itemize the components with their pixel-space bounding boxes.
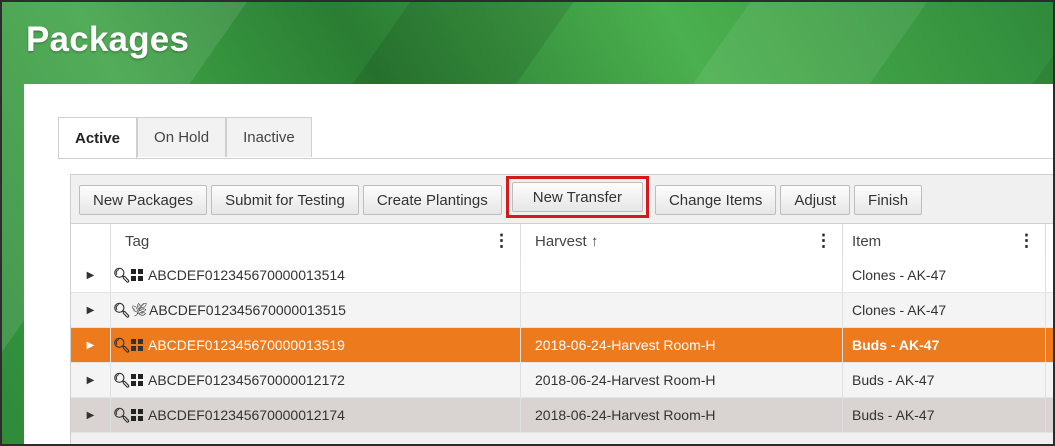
column-header-tag[interactable]: Tag ⋮ — [111, 224, 521, 258]
content-panel: Active On Hold Inactive New Packages Sub… — [24, 84, 1053, 444]
packages-grid: New Packages Submit for Testing Create P… — [70, 174, 1053, 444]
new-transfer-button[interactable]: New Transfer — [511, 182, 643, 212]
table-row-selected[interactable]: ▶ 🔍︎ ABCDEF012345670000013519 2018-06-24… — [71, 328, 1053, 363]
item-cell: Buds - AK-47 — [843, 328, 1046, 362]
red-highlight-box: New Transfer — [505, 176, 649, 218]
search-icon[interactable]: 🔍︎ — [113, 407, 131, 424]
expand-caret-icon[interactable]: ▶ — [87, 410, 95, 421]
column-menu-icon[interactable]: ⋮ — [493, 231, 510, 251]
expand-caret-icon[interactable]: ▶ — [87, 375, 95, 386]
tag-cell: 🔍︎ ABCDEF012345670000013519 — [111, 328, 521, 362]
tag-value: ABCDEF012345670000013519 — [148, 337, 345, 353]
table-row[interactable]: ▶ 🔍︎ ABCDEF012345670000013514 Clones - A… — [71, 258, 1053, 293]
item-cell: Buds - AK-47 — [843, 398, 1046, 432]
create-plantings-button[interactable]: Create Plantings — [362, 185, 502, 215]
expand-column-header — [71, 224, 111, 258]
harvest-cell: 2018-06-24-Harvest Room-H — [521, 363, 843, 397]
harvest-cell: 2018-06-24-Harvest Room-H — [521, 398, 843, 432]
tag-cell: 🔍︎ 🌿︎ ABCDEF012345670000013515 — [111, 293, 521, 327]
grid-toolbar: New Packages Submit for Testing Create P… — [79, 176, 926, 218]
new-packages-button[interactable]: New Packages — [79, 185, 208, 215]
grid-header: Tag ⋮ Harvest ↑ ⋮ Item ⋮ — [71, 223, 1053, 259]
grid-icon — [131, 374, 143, 386]
leaf-icon: 🌿︎ — [131, 302, 148, 317]
new-transfer-highlight: New Transfer — [505, 176, 649, 218]
search-icon[interactable]: 🔍︎ — [113, 302, 131, 319]
grid-icon — [131, 409, 143, 421]
grid-icon — [131, 269, 143, 281]
item-cell: Clones - AK-47 — [843, 258, 1046, 292]
screenshot-frame: Packages Active On Hold Inactive New Pac… — [0, 0, 1055, 446]
search-icon[interactable]: 🔍︎ — [113, 372, 131, 389]
table-row[interactable]: ▶ 🔍︎ 🌿︎ ABCDEF012345670000013515 Clones … — [71, 293, 1053, 328]
expand-caret-icon[interactable]: ▶ — [87, 340, 95, 351]
change-items-button[interactable]: Change Items — [654, 185, 777, 215]
expand-cell[interactable]: ▶ — [71, 328, 111, 362]
item-cell: Buds - AK-47 — [843, 363, 1046, 397]
adjust-button[interactable]: Adjust — [780, 185, 851, 215]
grid-rows: ▶ 🔍︎ ABCDEF012345670000013514 Clones - A… — [71, 258, 1053, 433]
column-menu-icon[interactable]: ⋮ — [815, 231, 832, 251]
expand-cell[interactable]: ▶ — [71, 398, 111, 432]
tag-value: ABCDEF012345670000012172 — [148, 372, 345, 388]
tag-value: ABCDEF012345670000013514 — [148, 267, 345, 283]
tab-inactive[interactable]: Inactive — [226, 117, 312, 157]
finish-button[interactable]: Finish — [854, 185, 923, 215]
page-title: Packages — [26, 20, 190, 59]
harvest-cell — [521, 293, 843, 327]
submit-for-testing-button[interactable]: Submit for Testing — [211, 185, 359, 215]
search-icon[interactable]: 🔍︎ — [113, 267, 131, 284]
column-header-item[interactable]: Item ⋮ — [843, 224, 1046, 258]
column-header-item-label: Item — [852, 232, 882, 250]
tag-cell: 🔍︎ ABCDEF012345670000012172 — [111, 363, 521, 397]
column-header-tag-label: Tag — [125, 232, 150, 250]
expand-cell[interactable]: ▶ — [71, 293, 111, 327]
tag-cell: 🔍︎ ABCDEF012345670000013514 — [111, 258, 521, 292]
harvest-cell: 2018-06-24-Harvest Room-H — [521, 328, 843, 362]
tab-bar: Active On Hold Inactive — [58, 117, 312, 159]
column-header-harvest-label: Harvest ↑ — [535, 232, 599, 250]
tag-cell: 🔍︎ ABCDEF012345670000012174 — [111, 398, 521, 432]
tag-value: ABCDEF012345670000013515 — [149, 302, 346, 318]
expand-caret-icon[interactable]: ▶ — [87, 270, 95, 281]
harvest-cell — [521, 258, 843, 292]
expand-cell[interactable]: ▶ — [71, 363, 111, 397]
search-icon[interactable]: 🔍︎ — [113, 337, 131, 354]
tag-value: ABCDEF012345670000012174 — [148, 407, 345, 423]
table-row[interactable]: ▶ 🔍︎ ABCDEF012345670000012174 2018-06-24… — [71, 398, 1053, 433]
column-header-harvest[interactable]: Harvest ↑ ⋮ — [521, 224, 843, 258]
tab-active[interactable]: Active — [58, 117, 138, 159]
expand-cell[interactable]: ▶ — [71, 258, 111, 292]
tab-divider — [58, 158, 1053, 159]
grid-icon — [131, 339, 143, 351]
table-row[interactable]: ▶ 🔍︎ ABCDEF012345670000012172 2018-06-24… — [71, 363, 1053, 398]
column-menu-icon[interactable]: ⋮ — [1018, 231, 1035, 251]
item-cell: Clones - AK-47 — [843, 293, 1046, 327]
tab-on-hold[interactable]: On Hold — [137, 117, 227, 157]
expand-caret-icon[interactable]: ▶ — [87, 305, 95, 316]
